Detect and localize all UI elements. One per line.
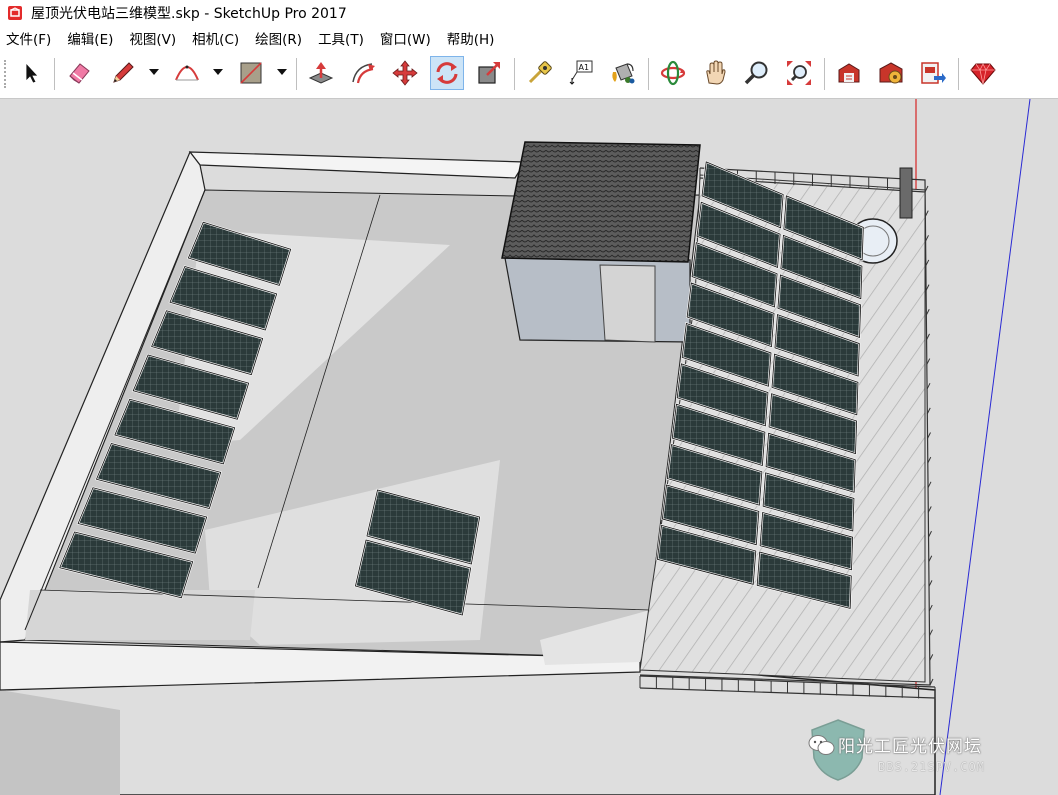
stair-house-roof xyxy=(501,141,701,263)
pan-tool-button[interactable] xyxy=(698,56,732,90)
push-pull-tool-button[interactable] xyxy=(304,56,338,90)
eraser-tool-button[interactable] xyxy=(62,56,96,90)
sunlit-area xyxy=(25,590,255,640)
move-icon xyxy=(392,60,418,86)
toolbar-separator xyxy=(54,58,55,90)
chevron-down-icon xyxy=(213,69,223,75)
scale-icon xyxy=(478,62,500,84)
push-pull-icon xyxy=(308,62,334,84)
arc-tool-button[interactable] xyxy=(170,56,204,90)
orbit-tool-button[interactable] xyxy=(656,56,690,90)
rectangle-icon xyxy=(240,62,262,84)
rotate-tool-button[interactable] xyxy=(430,56,464,90)
toolbar-grip[interactable] xyxy=(4,60,10,88)
paint-bucket-tool-button[interactable] xyxy=(606,56,640,90)
pan-hand-icon xyxy=(706,60,726,85)
text-tool-button[interactable]: A1 xyxy=(564,56,598,90)
toolbar-separator xyxy=(648,58,649,90)
menu-file[interactable]: 文件(F) xyxy=(0,28,59,48)
chevron-down-icon xyxy=(277,69,287,75)
layout-send-icon xyxy=(921,62,946,84)
watermark-url: BBS.21SPV.COM xyxy=(878,760,985,774)
move-tool-button[interactable] xyxy=(388,56,422,90)
model-viewport[interactable] xyxy=(0,99,1058,795)
ruby-console-icon xyxy=(970,63,996,85)
menu-camera[interactable]: 相机(C) xyxy=(184,28,247,48)
rotate-icon xyxy=(436,62,458,84)
menu-help[interactable]: 帮助(H) xyxy=(439,28,503,48)
menu-tools[interactable]: 工具(T) xyxy=(310,28,372,48)
3d-warehouse-button[interactable] xyxy=(832,56,866,90)
3d-warehouse-icon xyxy=(838,63,860,83)
extension-warehouse-icon xyxy=(879,62,903,84)
menu-view[interactable]: 视图(V) xyxy=(121,28,184,48)
eraser-icon xyxy=(69,63,90,84)
tape-measure-icon xyxy=(528,61,552,84)
send-to-layout-button[interactable] xyxy=(916,56,950,90)
extension-warehouse-button[interactable] xyxy=(874,56,908,90)
chevron-down-icon xyxy=(149,69,159,75)
line-tool-button[interactable] xyxy=(106,56,140,90)
model-scene xyxy=(0,99,1058,795)
toolbar-separator xyxy=(514,58,515,90)
zoom-tool-button[interactable] xyxy=(740,56,774,90)
pencil-line-icon xyxy=(113,62,134,83)
wechat-icon xyxy=(808,735,835,755)
rectangle-tool-button[interactable] xyxy=(234,56,268,90)
arc-tool-dropdown[interactable] xyxy=(211,65,225,79)
zoom-extents-tool-button[interactable] xyxy=(782,56,816,90)
toolbar-separator xyxy=(296,58,297,90)
offset-icon xyxy=(352,63,375,84)
tape-measure-tool-button[interactable] xyxy=(522,56,556,90)
zoom-icon xyxy=(744,61,768,85)
text-label-icon: A1 xyxy=(569,60,593,85)
stair-house-door xyxy=(599,264,656,343)
orbit-icon xyxy=(660,60,686,86)
shape-tool-dropdown[interactable] xyxy=(275,65,289,79)
select-tool-button[interactable] xyxy=(14,56,48,90)
toolbar-separator xyxy=(824,58,825,90)
stair-house-wall xyxy=(504,257,691,343)
sketchup-logo-icon xyxy=(8,6,22,20)
svg-text:A1: A1 xyxy=(579,63,590,72)
ruby-console-button[interactable] xyxy=(966,56,1000,90)
watermark-name: 阳光工匠光伏网坛 xyxy=(838,737,982,757)
main-toolbar: A1 xyxy=(0,50,1058,99)
menu-draw[interactable]: 绘图(R) xyxy=(247,28,310,48)
title-bar: 屋顶光伏电站三维模型.skp - SketchUp Pro 2017 xyxy=(0,0,1058,26)
menu-window[interactable]: 窗口(W) xyxy=(372,28,439,48)
menu-edit[interactable]: 编辑(E) xyxy=(59,28,121,48)
roof-post xyxy=(899,167,913,219)
select-arrow-icon xyxy=(25,61,39,84)
window-title: 屋顶光伏电站三维模型.skp - SketchUp Pro 2017 xyxy=(31,6,347,22)
scale-tool-button[interactable] xyxy=(472,56,506,90)
line-tool-dropdown[interactable] xyxy=(147,65,161,79)
menu-bar: 文件(F) 编辑(E) 视图(V) 相机(C) 绘图(R) 工具(T) 窗口(W… xyxy=(0,26,1058,50)
paint-bucket-icon xyxy=(612,63,635,84)
toolbar-separator xyxy=(958,58,959,90)
zoom-extents-icon xyxy=(787,61,811,85)
arc-icon xyxy=(175,65,199,81)
offset-tool-button[interactable] xyxy=(346,56,380,90)
